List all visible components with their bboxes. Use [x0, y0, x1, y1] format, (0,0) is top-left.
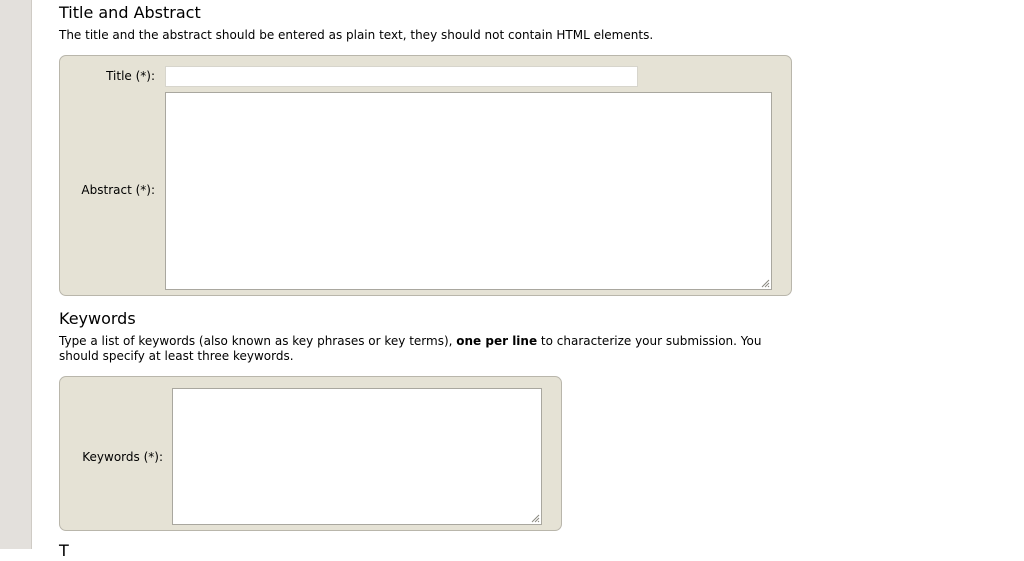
section-heading-keywords: Keywords [59, 309, 136, 328]
left-sidebar-gutter [0, 0, 32, 549]
abstract-label: Abstract (*): [81, 183, 155, 197]
section-heading-title-abstract: Title and Abstract [59, 3, 201, 22]
resize-grip-icon[interactable] [530, 513, 540, 523]
keywords-textarea[interactable] [172, 388, 542, 525]
resize-grip-icon[interactable] [760, 278, 770, 288]
title-label: Title (*): [106, 69, 155, 83]
title-abstract-panel: Title (*): Abstract (*): [59, 55, 792, 296]
section-description-title-abstract: The title and the abstract should be ent… [59, 28, 654, 42]
abstract-textarea[interactable] [165, 92, 772, 290]
keywords-desc-bold: one per line [456, 334, 538, 348]
next-section-heading-partial: T [59, 541, 69, 560]
title-input[interactable] [165, 66, 638, 87]
keywords-panel: Keywords (*): [59, 376, 562, 531]
keywords-desc-part1: Type a list of keywords (also known as k… [59, 334, 457, 348]
keywords-label: Keywords (*): [82, 450, 163, 464]
section-description-keywords: Type a list of keywords (also known as k… [59, 334, 804, 364]
